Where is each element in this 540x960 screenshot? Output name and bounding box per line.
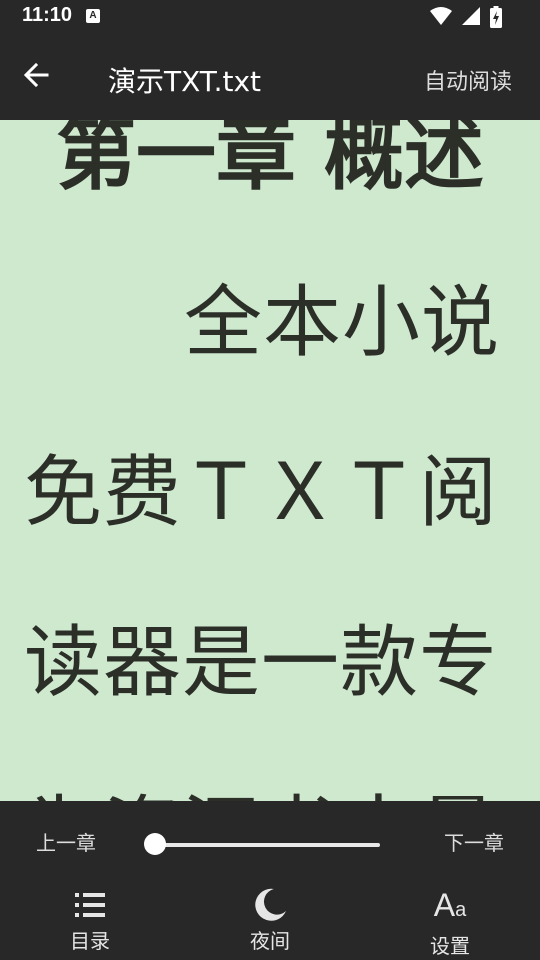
page-title: 演示TXT.txt	[108, 65, 262, 98]
notification-icon: A	[86, 9, 100, 23]
slider-track	[154, 843, 380, 847]
night-label: 夜间	[250, 929, 290, 953]
app-bar: 演示TXT.txt 自动阅读	[0, 34, 540, 120]
text-line: 为资深书虫量	[24, 770, 504, 801]
reading-area[interactable]: 第一章 概述 全本小说 免费ＴＸＴ阅 读器是一款专 为资深书虫量	[0, 120, 540, 801]
next-chapter-button[interactable]: 下一章	[444, 827, 504, 856]
settings-button[interactable]: Aa 设置	[400, 887, 500, 959]
text-line: 全本小说	[183, 278, 500, 368]
settings-label: 设置	[430, 934, 470, 958]
wifi-icon	[429, 7, 452, 25]
status-bar: 11:10 A	[0, 0, 540, 34]
battery-icon	[490, 6, 502, 28]
status-time: 11:10	[22, 4, 73, 26]
auto-read-button[interactable]: 自动阅读	[424, 64, 512, 96]
moon-icon	[255, 888, 286, 921]
status-icons	[426, 6, 502, 28]
font-size-icon: Aa	[433, 887, 467, 923]
chapter-progress-slider[interactable]	[144, 833, 382, 855]
signal-icon	[461, 7, 480, 25]
list-icon	[75, 893, 105, 917]
text-line: 免费ＴＸＴ阅	[24, 448, 499, 538]
night-mode-button[interactable]: 夜间	[220, 887, 320, 954]
toc-label: 目录	[70, 929, 110, 953]
bottom-control-panel: 上一章 下一章 目录 夜间 Aa 设置	[0, 801, 540, 960]
arrow-back-icon	[23, 62, 49, 88]
text-line: 读器是一款专	[24, 618, 499, 708]
prev-chapter-button[interactable]: 上一章	[36, 827, 96, 856]
back-button[interactable]	[22, 61, 62, 95]
toc-button[interactable]: 目录	[40, 887, 140, 954]
chapter-title: 第一章 概述	[56, 120, 484, 201]
slider-thumb[interactable]	[144, 833, 166, 855]
